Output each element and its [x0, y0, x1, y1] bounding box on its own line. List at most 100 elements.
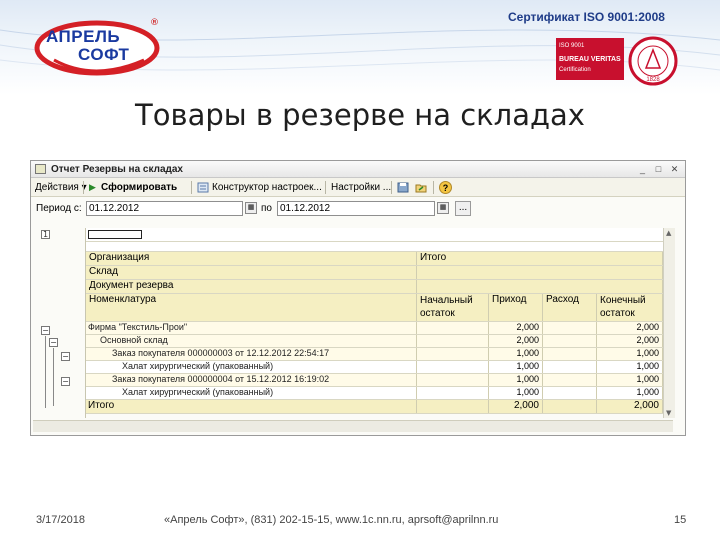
- row-in: 2,000: [489, 322, 543, 334]
- slide-title: Товары в резерве на складах: [135, 98, 585, 132]
- row-end: 1,000: [597, 348, 663, 360]
- row-in: 1,000: [489, 387, 543, 399]
- collapse-icon[interactable]: −: [61, 377, 70, 386]
- table-row[interactable]: Основной склад 2,000 2,000: [86, 335, 663, 348]
- minimize-icon[interactable]: _: [637, 164, 648, 175]
- seal-year: 1828: [646, 77, 660, 83]
- generate-button[interactable]: Сформировать: [101, 178, 177, 197]
- group-document: Документ резерва: [86, 280, 417, 293]
- table-row[interactable]: Фирма "Текстиль-Прои" 2,000 2,000: [86, 322, 663, 335]
- collapse-icon[interactable]: −: [49, 338, 58, 347]
- registered-mark: ®: [150, 18, 159, 28]
- header-empty: [417, 266, 663, 279]
- certificate-text: Сертификат ISO 9001:2008: [508, 10, 665, 24]
- header-row: Документ резерва: [86, 280, 663, 294]
- table-row[interactable]: Халат хирургический (упакованный) 1,000 …: [86, 361, 663, 374]
- total-out: [543, 400, 597, 413]
- collapse-icon[interactable]: −: [41, 326, 50, 335]
- total-start: [417, 400, 489, 413]
- total-end: 2,000: [597, 400, 663, 413]
- logo-line1: АПРЕЛЬ: [46, 27, 121, 46]
- report-caption-row: [86, 228, 663, 242]
- header-empty: [417, 280, 663, 293]
- bv-seal-icon: 1828: [628, 36, 678, 86]
- row-in: 1,000: [489, 374, 543, 386]
- report-spacer-row: [86, 242, 663, 252]
- row-out: [543, 335, 597, 347]
- period-select-button[interactable]: ...: [455, 201, 471, 216]
- total-in: 2,000: [489, 400, 543, 413]
- row-out: [543, 348, 597, 360]
- row-end: 1,000: [597, 374, 663, 386]
- col-end-balance: Конечный остаток: [597, 294, 663, 321]
- period-to-input[interactable]: 01.12.2012: [277, 201, 435, 216]
- tree-line: [53, 348, 54, 406]
- maximize-icon[interactable]: □: [653, 164, 664, 175]
- bv-iso: ISO 9001: [559, 43, 585, 49]
- caption-box: [88, 230, 142, 239]
- open-icon[interactable]: [415, 182, 427, 193]
- actions-menu[interactable]: Действия ▾: [35, 178, 87, 197]
- footer-date: 3/17/2018: [36, 514, 85, 526]
- row-label: Заказ покупателя 000000004 от 15.12.2012…: [86, 374, 417, 386]
- total-label: Итого: [86, 400, 417, 413]
- column-header-row: Номенклатура Начальный остаток Приход Ра…: [86, 294, 663, 322]
- row-start: [417, 322, 489, 334]
- window-icon: [35, 164, 46, 174]
- header-row: Склад: [86, 266, 663, 280]
- close-icon[interactable]: ✕: [669, 164, 680, 175]
- total-header: Итого: [417, 252, 663, 265]
- toolbar-separator: [325, 181, 326, 194]
- row-label: Фирма "Текстиль-Прои": [86, 322, 417, 334]
- constructor-button[interactable]: Конструктор настроек...: [212, 178, 322, 197]
- help-button[interactable]: ?: [439, 181, 452, 194]
- table-row[interactable]: Заказ покупателя 000000004 от 15.12.2012…: [86, 374, 663, 387]
- tree-line: [45, 336, 46, 408]
- row-out: [543, 374, 597, 386]
- report-table: Организация Итого Склад Документ резерва…: [85, 228, 663, 418]
- table-row[interactable]: Заказ покупателя 000000003 от 12.12.2012…: [86, 348, 663, 361]
- total-row[interactable]: Итого 2,000 2,000: [86, 400, 663, 414]
- calendar-icon[interactable]: ▦: [437, 202, 449, 214]
- scroll-down-icon[interactable]: ▼: [666, 409, 671, 417]
- actions-label: Действия: [35, 182, 79, 193]
- period-label: Период с:: [36, 203, 82, 214]
- row-in: 1,000: [489, 348, 543, 360]
- row-start: [417, 374, 489, 386]
- logo-line2: СОФТ: [78, 45, 130, 64]
- row-out: [543, 387, 597, 399]
- footer-page-number: 15: [674, 514, 687, 526]
- row-start: [417, 335, 489, 347]
- scroll-up-icon[interactable]: ▲: [666, 229, 671, 237]
- collapse-icon[interactable]: −: [61, 352, 70, 361]
- grouping-tree: 1 − − − −: [31, 228, 70, 418]
- period-to-label: по: [261, 203, 272, 214]
- expand-icon[interactable]: 1: [41, 230, 50, 239]
- group-organization: Организация: [86, 252, 417, 265]
- toolbar: Действия ▾ ▶ Сформировать Конструктор на…: [31, 178, 685, 197]
- row-start: [417, 361, 489, 373]
- bv-red-block: ISO 9001 BUREAU VERITAS Certification: [556, 38, 624, 80]
- period-from-input[interactable]: 01.12.2012: [86, 201, 243, 216]
- col-income: Приход: [489, 294, 543, 321]
- row-out: [543, 361, 597, 373]
- horizontal-scrollbar[interactable]: [33, 420, 673, 432]
- toolbar-separator: [191, 181, 192, 194]
- row-end: 1,000: [597, 387, 663, 399]
- bureau-veritas-badge: ISO 9001 BUREAU VERITAS Certification 18…: [556, 36, 688, 88]
- toolbar-separator: [433, 181, 434, 194]
- row-label: Основной склад: [86, 335, 417, 347]
- play-icon: ▶: [89, 182, 96, 192]
- toolbar-separator: [391, 181, 392, 194]
- row-start: [417, 387, 489, 399]
- header-row: Организация Итого: [86, 252, 663, 266]
- table-row[interactable]: Халат хирургический (упакованный) 1,000 …: [86, 387, 663, 400]
- settings-button[interactable]: Настройки ...: [331, 178, 391, 197]
- row-label: Халат хирургический (упакованный): [86, 387, 417, 399]
- vertical-scrollbar[interactable]: ▲ ▼: [663, 228, 675, 418]
- bv-name: BUREAU VERITAS: [559, 56, 621, 63]
- toolbar-separator: [83, 181, 84, 194]
- row-in: 2,000: [489, 335, 543, 347]
- calendar-icon[interactable]: ▦: [245, 202, 257, 214]
- save-icon[interactable]: [397, 182, 409, 193]
